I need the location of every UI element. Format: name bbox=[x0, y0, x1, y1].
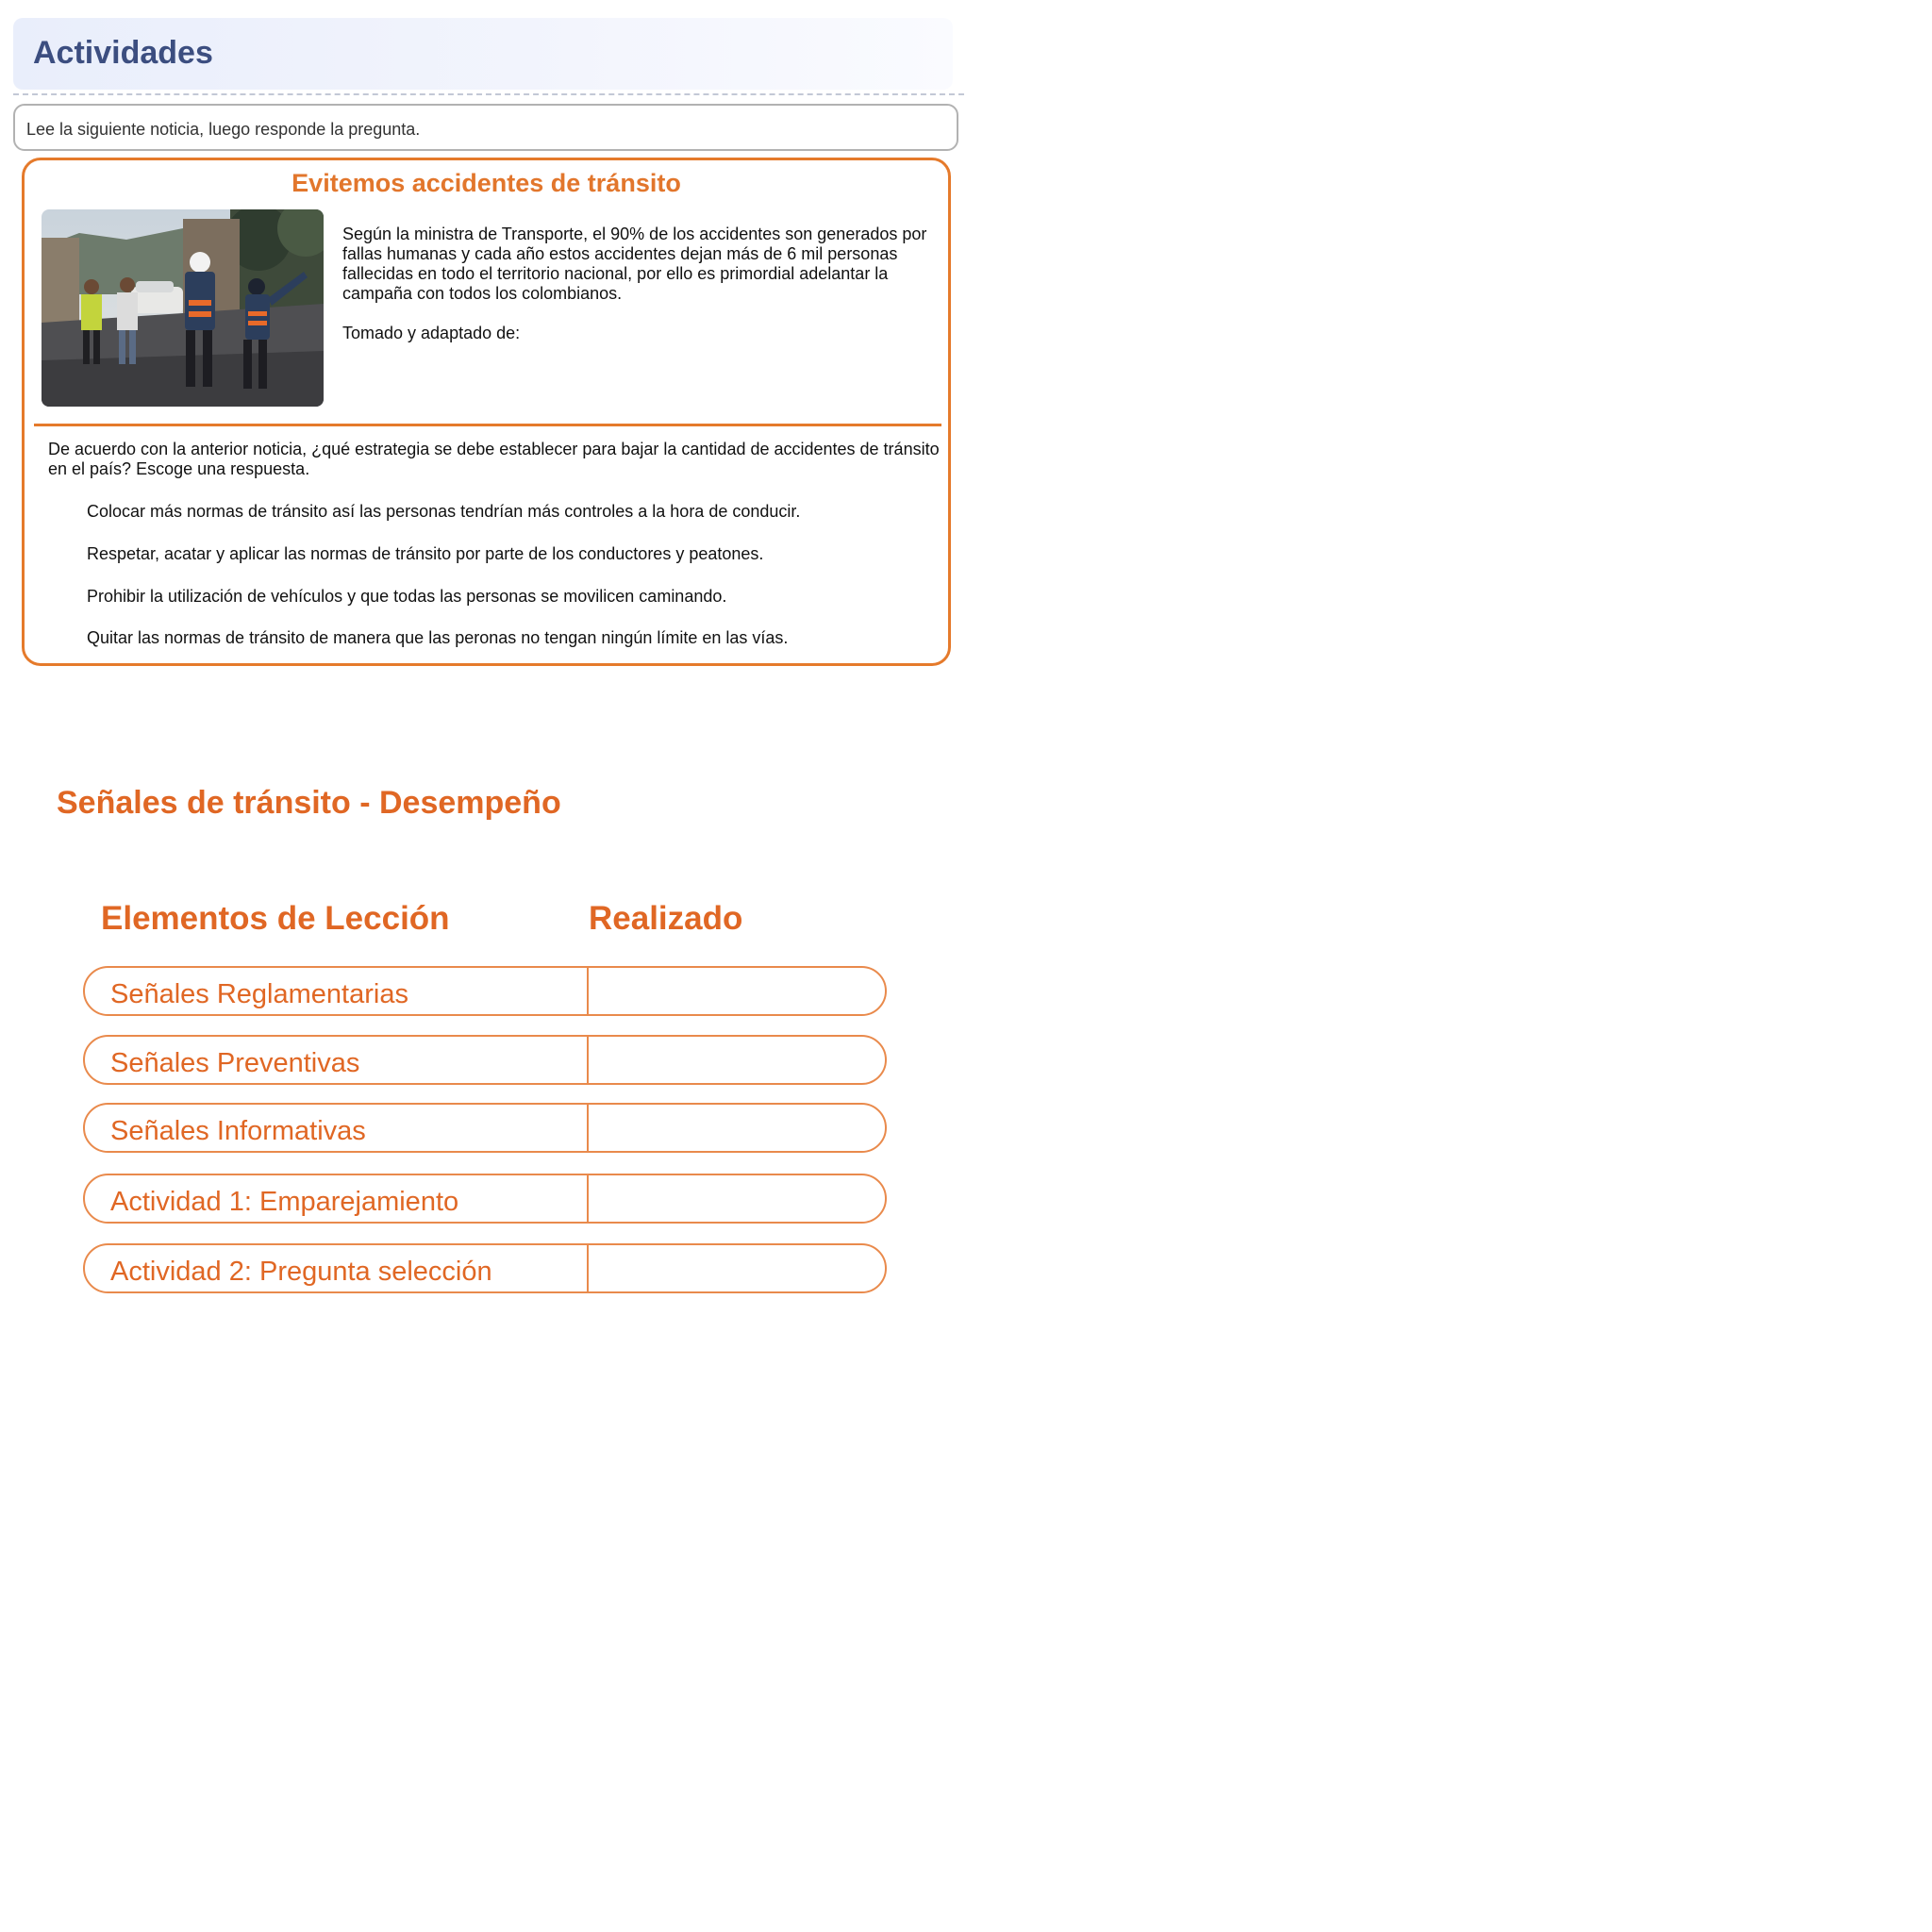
row-separator bbox=[587, 1105, 589, 1151]
news-source: Tomado y adaptado de: bbox=[342, 324, 521, 342]
column-header-items: Elementos de Lección bbox=[101, 900, 450, 937]
page: Actividades Lee la siguiente noticia, lu… bbox=[0, 0, 1932, 1932]
performance-row: Señales Preventivas bbox=[83, 1035, 887, 1085]
header-divider bbox=[13, 93, 964, 95]
instruction-box: Lee la siguiente noticia, luego responde… bbox=[13, 104, 958, 151]
traffic-police-photo bbox=[42, 209, 324, 407]
row-separator bbox=[587, 1175, 589, 1222]
row-separator bbox=[587, 968, 589, 1014]
performance-title: Señales de tránsito - Desempeño bbox=[57, 785, 561, 821]
news-body: Según la ministra de Transporte, el 90% … bbox=[342, 225, 927, 303]
card-divider bbox=[34, 424, 941, 426]
page-title: Actividades bbox=[33, 35, 213, 71]
lesson-item-label: Actividad 2: Pregunta selección bbox=[110, 1257, 492, 1287]
instruction-text: Lee la siguiente noticia, luego responde… bbox=[26, 120, 421, 139]
performance-row: Actividad 1: Emparejamiento bbox=[83, 1174, 887, 1224]
performance-row: Señales Informativas bbox=[83, 1103, 887, 1153]
lesson-item-label: Señales Reglamentarias bbox=[110, 979, 408, 1009]
column-header-done: Realizado bbox=[589, 900, 743, 937]
performance-row: Señales Reglamentarias bbox=[83, 966, 887, 1016]
lesson-item-label: Señales Informativas bbox=[110, 1116, 366, 1146]
news-title: Evitemos accidentes de tránsito bbox=[291, 169, 681, 197]
row-separator bbox=[587, 1037, 589, 1083]
activities-header: Actividades bbox=[13, 18, 953, 90]
news-card: Evitemos accidentes de tránsito Según la… bbox=[22, 158, 951, 666]
question-text: De acuerdo con la anterior noticia, ¿qué… bbox=[48, 440, 940, 478]
row-separator bbox=[587, 1245, 589, 1291]
lesson-item-label: Señales Preventivas bbox=[110, 1048, 360, 1078]
answer-option-4[interactable]: Quitar las normas de tránsito de manera … bbox=[87, 628, 788, 648]
answer-option-2[interactable]: Respetar, acatar y aplicar las normas de… bbox=[87, 544, 763, 564]
performance-row: Actividad 2: Pregunta selección bbox=[83, 1243, 887, 1293]
answer-option-3[interactable]: Prohibir la utilización de vehículos y q… bbox=[87, 587, 726, 607]
answer-option-1[interactable]: Colocar más normas de tránsito así las p… bbox=[87, 502, 800, 522]
news-photo bbox=[42, 209, 324, 407]
lesson-item-label: Actividad 1: Emparejamiento bbox=[110, 1187, 459, 1217]
